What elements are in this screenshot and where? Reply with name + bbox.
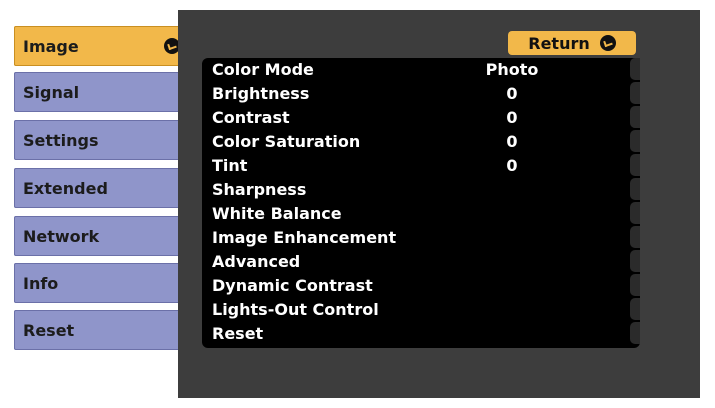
sidebar-item-label: Extended (23, 178, 108, 198)
enter-icon (599, 35, 616, 51)
row-label: Sharpness (212, 180, 307, 199)
image-menu-list: Color Mode Photo Brightness 0 Contrast 0… (202, 58, 640, 348)
row-value: 0 (506, 84, 518, 103)
row-edge (630, 154, 640, 176)
settings-panel: Return Color Mode Photo Brightness 0 Con… (178, 10, 700, 398)
row-label: Color Saturation (212, 132, 361, 151)
row-value: 0 (506, 108, 518, 127)
sidebar-item-network[interactable]: Network (14, 216, 190, 256)
row-edge (630, 106, 640, 128)
sidebar-item-label: Info (23, 273, 59, 293)
menu-row-tint[interactable]: Tint 0 (202, 154, 640, 178)
sidebar-item-label: Image (23, 36, 79, 56)
projector-osd: Image Signal Settings Extended Network I… (12, 8, 702, 400)
return-button[interactable]: Return (508, 31, 636, 55)
sidebar-item-reset[interactable]: Reset (14, 310, 190, 350)
sidebar-item-settings[interactable]: Settings (14, 120, 190, 160)
row-edge (630, 58, 640, 80)
row-edge (630, 130, 640, 152)
sidebar-item-label: Signal (23, 82, 80, 102)
menu-row-white-balance[interactable]: White Balance (202, 202, 640, 226)
menu-row-color-mode[interactable]: Color Mode Photo (202, 58, 640, 82)
row-edge (630, 250, 640, 272)
menu-row-advanced[interactable]: Advanced (202, 250, 640, 274)
menu-row-lights-out-control[interactable]: Lights-Out Control (202, 298, 640, 322)
sidebar-item-label: Reset (23, 320, 75, 340)
row-value: Photo (485, 60, 539, 79)
row-value: 0 (506, 156, 518, 175)
sidebar-item-image[interactable]: Image (14, 26, 190, 66)
menu-row-image-enhancement[interactable]: Image Enhancement (202, 226, 640, 250)
menu-row-color-saturation[interactable]: Color Saturation 0 (202, 130, 640, 154)
menu-row-contrast[interactable]: Contrast 0 (202, 106, 640, 130)
row-edge (630, 226, 640, 248)
sidebar-item-label: Settings (23, 130, 99, 150)
sidebar: Image Signal Settings Extended Network I… (12, 8, 190, 400)
sidebar-item-info[interactable]: Info (14, 263, 190, 303)
row-label: Reset (212, 324, 264, 343)
sidebar-item-label: Network (23, 226, 100, 246)
row-label: Brightness (212, 84, 310, 103)
menu-row-dynamic-contrast[interactable]: Dynamic Contrast (202, 274, 640, 298)
row-label: Dynamic Contrast (212, 276, 373, 295)
row-edge (630, 274, 640, 296)
row-label: Advanced (212, 252, 301, 271)
sidebar-item-signal[interactable]: Signal (14, 72, 190, 112)
row-label: Contrast (212, 108, 290, 127)
row-edge (630, 178, 640, 200)
row-value: 0 (506, 132, 518, 151)
return-label: Return (528, 33, 590, 53)
row-edge (630, 202, 640, 224)
row-label: Color Mode (212, 60, 314, 79)
row-label: Lights-Out Control (212, 300, 379, 319)
row-label: White Balance (212, 204, 342, 223)
menu-row-reset[interactable]: Reset (202, 322, 640, 346)
row-label: Image Enhancement (212, 228, 397, 247)
row-edge (630, 322, 640, 344)
sidebar-item-extended[interactable]: Extended (14, 168, 190, 208)
menu-row-sharpness[interactable]: Sharpness (202, 178, 640, 202)
menu-row-brightness[interactable]: Brightness 0 (202, 82, 640, 106)
row-edge (630, 298, 640, 320)
row-label: Tint (212, 156, 248, 175)
row-edge (630, 82, 640, 104)
